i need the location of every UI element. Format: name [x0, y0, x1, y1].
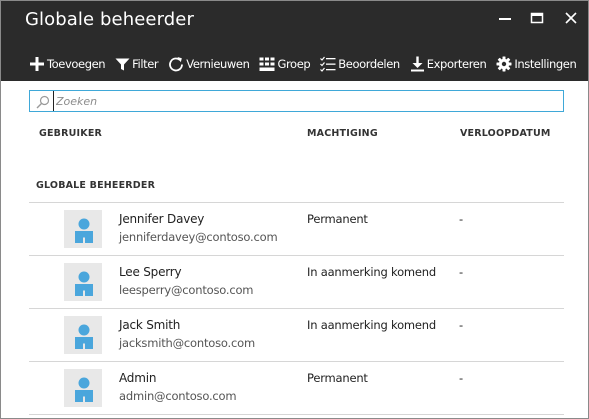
download-icon [410, 56, 424, 72]
avatar [64, 263, 102, 301]
minimize-button[interactable] [495, 9, 515, 27]
group-icon [259, 57, 275, 71]
command-bar: Toevoegen Filter Vernieuwen Groep Beoord… [29, 53, 577, 75]
refresh-button[interactable]: Vernieuwen [168, 56, 250, 72]
search-input[interactable] [53, 91, 558, 111]
search-icon [36, 95, 50, 109]
table-row[interactable]: Admin admin@contoso.com Permanent - [29, 362, 564, 415]
user-name: Admin [119, 371, 157, 385]
review-icon [320, 56, 336, 72]
table-row[interactable]: Lee Sperry leesperry@contoso.com In aanm… [29, 256, 564, 309]
review-button[interactable]: Beoordelen [320, 56, 400, 72]
user-name: Lee Sperry [119, 265, 182, 279]
user-expiry: - [459, 265, 464, 279]
add-button[interactable]: Toevoegen [29, 56, 106, 72]
column-header-user[interactable]: GEBRUIKER [39, 128, 102, 139]
avatar [64, 369, 102, 407]
refresh-button-label: Vernieuwen [186, 57, 250, 71]
user-icon [75, 324, 93, 349]
maximize-icon [530, 12, 544, 24]
page-title: Globale beheerder [25, 9, 194, 30]
user-permission: In aanmerking komend [307, 265, 436, 279]
admin-blade: Globale beheerder Toevoegen Filter Verni… [0, 0, 589, 419]
review-button-label: Beoordelen [338, 57, 400, 71]
group-button[interactable]: Groep [259, 57, 311, 72]
table-row[interactable]: Jennifer Davey jenniferdavey@contoso.com… [29, 203, 564, 256]
settings-button-label: Instellingen [514, 57, 577, 71]
user-permission: In aanmerking komend [307, 318, 436, 332]
user-icon [75, 271, 93, 296]
user-icon [75, 377, 93, 402]
group-title: GLOBALE BEHEERDER [36, 180, 156, 191]
column-header-expiry[interactable]: VERLOOPDATUM [460, 128, 551, 139]
user-name: Jack Smith [119, 318, 181, 332]
add-button-label: Toevoegen [47, 57, 106, 71]
filter-button[interactable]: Filter [115, 57, 159, 72]
user-icon [75, 218, 93, 243]
table-row[interactable]: Jack Smith jacksmith@contoso.com In aanm… [29, 309, 564, 362]
blade-header: Globale beheerder Toevoegen Filter Verni… [1, 1, 588, 81]
close-icon [565, 12, 577, 24]
user-name: Jennifer Davey [119, 212, 205, 226]
row-divider [29, 414, 564, 415]
maximize-button[interactable] [527, 9, 547, 27]
user-expiry: - [459, 318, 464, 332]
search-box [29, 90, 564, 112]
user-email: admin@contoso.com [119, 389, 237, 403]
close-button[interactable] [561, 9, 581, 27]
user-permission: Permanent [307, 212, 368, 226]
settings-button[interactable]: Instellingen [496, 56, 577, 72]
group-button-label: Groep [277, 57, 311, 71]
column-header-permission[interactable]: MACHTIGING [307, 128, 378, 139]
filter-button-label: Filter [132, 57, 159, 71]
minimize-icon [499, 18, 511, 20]
avatar [64, 210, 102, 248]
user-email: jenniferdavey@contoso.com [119, 230, 278, 244]
gear-icon [496, 56, 512, 72]
avatar [64, 316, 102, 354]
user-expiry: - [459, 371, 464, 385]
filter-icon [115, 58, 130, 70]
user-email: leesperry@contoso.com [119, 283, 254, 297]
export-button[interactable]: Exporteren [410, 56, 487, 72]
user-email: jacksmith@contoso.com [119, 336, 255, 350]
user-permission: Permanent [307, 371, 368, 385]
refresh-icon [169, 57, 184, 72]
export-button-label: Exporteren [426, 57, 487, 71]
plus-icon [30, 57, 44, 71]
user-expiry: - [459, 212, 464, 226]
